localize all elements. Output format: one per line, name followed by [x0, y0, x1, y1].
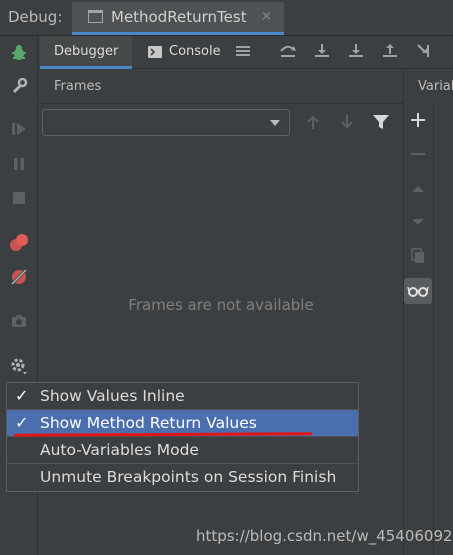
frames-empty-message: Frames are not available: [128, 296, 314, 314]
show-values-toggle[interactable]: [404, 278, 432, 304]
up-frame-icon[interactable]: [305, 114, 321, 134]
checkmark-icon: ✓: [15, 386, 29, 405]
copy-icon[interactable]: [410, 248, 426, 268]
settings-gear-icon[interactable]: [9, 356, 29, 376]
debug-tabs: Debugger Console: [38, 36, 453, 69]
stop-icon[interactable]: [9, 189, 29, 209]
frames-toolbar: [38, 105, 404, 141]
glasses-icon: [407, 286, 429, 297]
thread-select[interactable]: [42, 109, 290, 136]
layout-icon[interactable]: [235, 43, 251, 63]
step-out-icon[interactable]: [382, 43, 398, 63]
title-bar: Debug: MethodReturnTest ×: [0, 0, 453, 36]
breakpoints-icon[interactable]: [9, 233, 29, 253]
run-config-tab[interactable]: MethodReturnTest ×: [72, 2, 284, 35]
frames-header: Frames: [38, 70, 404, 104]
menu-item-auto-variables-mode[interactable]: Auto-Variables Mode: [7, 437, 358, 464]
bug-icon[interactable]: [9, 44, 29, 64]
step-into-icon[interactable]: [314, 43, 330, 63]
console-icon: [148, 46, 162, 58]
menu-item-label: Show Values Inline: [40, 387, 185, 405]
menu-item-label: Auto-Variables Mode: [40, 441, 199, 459]
run-to-cursor-icon[interactable]: [416, 43, 434, 63]
watermark-text: https://blog.csdn.net/w_45406092: [196, 527, 453, 545]
variables-toolbar: [404, 104, 434, 555]
step-over-icon[interactable]: [279, 43, 297, 63]
force-step-into-icon[interactable]: [348, 43, 364, 63]
tab-console[interactable]: Console: [169, 44, 221, 59]
down-frame-icon[interactable]: [339, 114, 355, 134]
chevron-down-icon: [270, 120, 280, 126]
tab-debugger-label: Debugger: [54, 44, 119, 59]
run-config-name: MethodReturnTest: [111, 8, 247, 26]
resume-icon[interactable]: [9, 120, 29, 140]
filter-icon[interactable]: [372, 113, 390, 135]
wrench-icon[interactable]: [9, 77, 29, 97]
debug-label: Debug:: [8, 8, 63, 26]
window-icon: [88, 10, 103, 23]
menu-item-unmute-breakpoints[interactable]: Unmute Breakpoints on Session Finish: [7, 464, 358, 490]
settings-popup-menu: ✓ Show Values Inline ✓ Show Method Retur…: [6, 382, 359, 492]
camera-icon[interactable]: [9, 312, 29, 332]
up-icon[interactable]: [410, 181, 426, 201]
tab-debugger[interactable]: Debugger: [40, 36, 132, 69]
menu-item-label: Show Method Return Values: [40, 414, 257, 432]
pause-icon[interactable]: [9, 155, 29, 175]
close-icon[interactable]: ×: [261, 9, 272, 24]
frames-title: Frames: [54, 79, 102, 94]
down-icon[interactable]: [410, 214, 426, 234]
checkmark-icon: ✓: [15, 413, 29, 432]
menu-item-show-values-inline[interactable]: ✓ Show Values Inline: [7, 383, 358, 410]
variables-title: Variab: [418, 79, 453, 94]
mute-breakpoints-icon[interactable]: [9, 267, 29, 287]
remove-watch-icon[interactable]: [410, 146, 426, 166]
add-watch-icon[interactable]: [410, 112, 426, 132]
menu-item-label: Unmute Breakpoints on Session Finish: [40, 468, 337, 486]
